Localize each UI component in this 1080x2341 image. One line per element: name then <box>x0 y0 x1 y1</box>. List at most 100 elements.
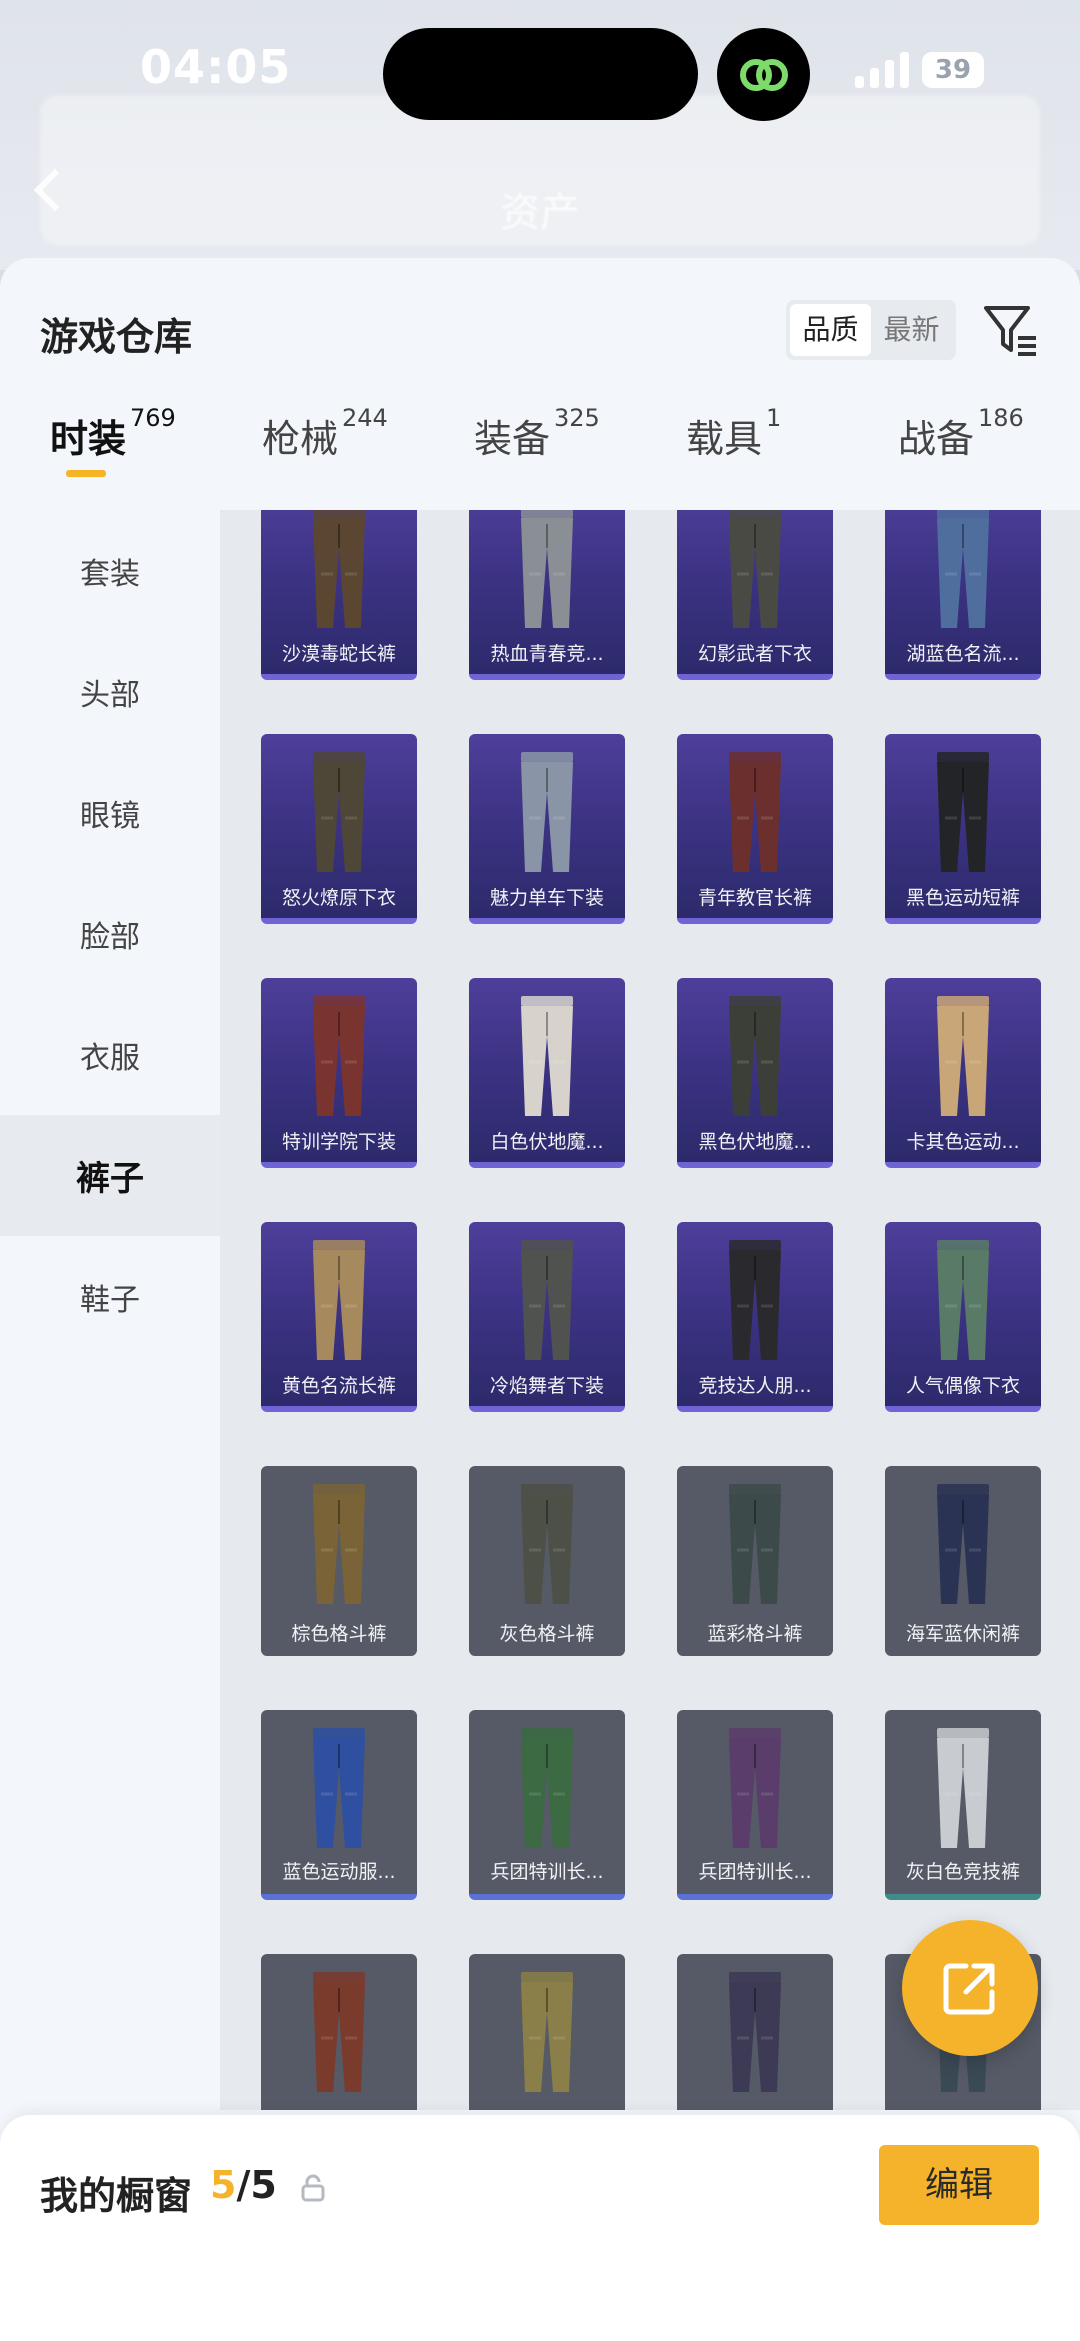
pants-icon <box>937 510 989 628</box>
item-card[interactable]: 黑色运动短裤 <box>885 734 1041 924</box>
pants-icon <box>521 1972 573 2092</box>
item-card[interactable]: 灰白色竞技裤 <box>885 1710 1041 1900</box>
share-button[interactable] <box>902 1920 1038 2056</box>
item-card[interactable]: 黄色名流长裤 <box>261 1222 417 1412</box>
share-icon <box>943 1963 995 2015</box>
pants-icon <box>521 1240 573 1360</box>
pants-icon <box>313 1240 365 1360</box>
item-name: 棕色格斗裤 <box>291 1623 387 1645</box>
tab-label: 装备 <box>474 417 551 461</box>
item-card[interactable]: 棕色格斗裤 <box>261 1466 417 1656</box>
showcase-count: 5/5 <box>210 2163 277 2207</box>
item-name: 兵团特训长... <box>490 1861 604 1883</box>
item-card[interactable]: 兵团特训长... <box>677 1710 833 1900</box>
item-card[interactable]: 卡其色运动... <box>885 978 1041 1168</box>
item-name: 海军蓝休闲裤 <box>905 1623 1020 1645</box>
sidebar-item-glasses[interactable]: 眼镜 <box>0 752 220 873</box>
item-card[interactable]: 人气偶像下衣 <box>885 1222 1041 1412</box>
item-card[interactable]: 黑色伏地魔... <box>677 978 833 1168</box>
item-card[interactable]: 灰色格斗裤 <box>469 1466 625 1656</box>
tab-count: 769 <box>130 404 176 432</box>
tab-label: 战备 <box>898 417 975 461</box>
showcase-footer: 我的橱窗 5/5 编辑 <box>0 2115 1080 2341</box>
item-card[interactable]: 兵团特训长... <box>469 1710 625 1900</box>
sort-option-quality[interactable]: 品质 <box>790 304 871 356</box>
item-name: 黑色伏地魔... <box>698 1131 812 1153</box>
item-name: 黑色运动短裤 <box>905 887 1020 909</box>
subcategory-sidebar: 套装 头部 眼镜 脸部 衣服 裤子 鞋子 <box>0 510 220 2110</box>
pants-icon <box>521 752 573 872</box>
link-app-icon[interactable] <box>717 28 810 121</box>
pants-icon <box>729 1240 781 1360</box>
sidebar-item-shoes[interactable]: 鞋子 <box>0 1236 220 1357</box>
tab-count: 325 <box>554 404 600 432</box>
tab-count: 186 <box>978 404 1024 432</box>
tab-label: 载具 <box>686 417 763 461</box>
pants-icon <box>313 996 365 1116</box>
tab-equipment[interactable]: 装备 325 <box>474 404 600 508</box>
item-card[interactable]: 青年教官长裤 <box>677 734 833 924</box>
item-card[interactable] <box>677 1954 833 2110</box>
item-name: 白色伏地魔... <box>490 1131 604 1153</box>
item-name: 湖蓝色名流... <box>906 643 1020 665</box>
item-name: 热血青春竞... <box>490 643 604 665</box>
item-grid: 沙漠毒蛇长裤 热血青春竞... 幻影武者下衣 湖蓝色名流... 怒火燎原下衣 魅力单车下装… <box>261 510 1041 2110</box>
item-card[interactable]: 特训学院下装 <box>261 978 417 1168</box>
item-name: 灰色格斗裤 <box>499 1623 595 1645</box>
pants-icon <box>729 1728 781 1848</box>
item-name: 卡其色运动... <box>906 1131 1020 1153</box>
filter-icon[interactable] <box>980 300 1040 360</box>
tab-fashion[interactable]: 时装 769 <box>50 404 176 508</box>
item-name: 沙漠毒蛇长裤 <box>281 643 396 665</box>
item-card[interactable]: 怒火燎原下衣 <box>261 734 417 924</box>
item-card[interactable] <box>261 1954 417 2110</box>
lock-icon <box>301 2174 325 2202</box>
item-card[interactable]: 沙漠毒蛇长裤 <box>261 510 417 680</box>
pants-icon <box>521 1728 573 1848</box>
pants-icon <box>729 752 781 872</box>
tab-guns[interactable]: 枪械 244 <box>262 404 388 508</box>
tab-vehicles[interactable]: 载具 1 <box>686 404 781 508</box>
item-name: 魅力单车下装 <box>489 887 604 909</box>
item-grid-scroll[interactable]: 沙漠毒蛇长裤 热血青春竞... 幻影武者下衣 湖蓝色名流... 怒火燎原下衣 魅力单车下装… <box>220 510 1080 2110</box>
item-name: 冷焰舞者下装 <box>489 1375 604 1397</box>
item-card[interactable]: 海军蓝休闲裤 <box>885 1466 1041 1656</box>
item-name: 竞技达人朋... <box>698 1375 812 1397</box>
item-card[interactable]: 湖蓝色名流... <box>885 510 1041 680</box>
showcase-count-total: /5 <box>236 2163 277 2207</box>
tab-count: 244 <box>342 404 388 432</box>
pants-icon <box>313 1972 365 2092</box>
pants-icon <box>729 510 781 628</box>
item-card[interactable]: 白色伏地魔... <box>469 978 625 1168</box>
item-card[interactable] <box>469 1954 625 2110</box>
sort-option-newest[interactable]: 最新 <box>871 304 952 356</box>
tab-tactical[interactable]: 战备 186 <box>898 404 1024 508</box>
status-bar: 04:05 39 资产 <box>0 0 1080 270</box>
sidebar-item-head[interactable]: 头部 <box>0 631 220 752</box>
pants-icon <box>313 1484 365 1604</box>
sidebar-item-clothes[interactable]: 衣服 <box>0 994 220 1115</box>
item-card[interactable]: 竞技达人朋... <box>677 1222 833 1412</box>
item-card[interactable]: 蓝彩格斗裤 <box>677 1466 833 1656</box>
clock: 04:05 <box>140 40 292 94</box>
item-card[interactable]: 魅力单车下装 <box>469 734 625 924</box>
item-card[interactable]: 冷焰舞者下装 <box>469 1222 625 1412</box>
item-name: 灰白色竞技裤 <box>905 1861 1020 1883</box>
tab-count: 1 <box>766 404 782 432</box>
sidebar-item-outfit[interactable]: 套装 <box>0 510 220 631</box>
sidebar-item-face[interactable]: 脸部 <box>0 873 220 994</box>
item-name: 黄色名流长裤 <box>281 1375 396 1397</box>
sidebar-item-pants[interactable]: 裤子 <box>0 1115 220 1236</box>
item-name: 蓝色运动服... <box>282 1861 396 1883</box>
sheet-header: 游戏仓库 品质 最新 时装 769 枪械 244 装备 325 载具 1 战备 … <box>0 258 1080 510</box>
edit-button[interactable]: 编辑 <box>879 2145 1039 2225</box>
pants-icon <box>521 510 573 628</box>
pants-icon <box>313 752 365 872</box>
pants-icon <box>729 1484 781 1604</box>
item-card[interactable]: 蓝色运动服... <box>261 1710 417 1900</box>
showcase-count-current: 5 <box>210 2163 237 2207</box>
pants-icon <box>313 510 365 628</box>
item-name: 蓝彩格斗裤 <box>707 1623 803 1645</box>
item-card[interactable]: 幻影武者下衣 <box>677 510 833 680</box>
item-card[interactable]: 热血青春竞... <box>469 510 625 680</box>
